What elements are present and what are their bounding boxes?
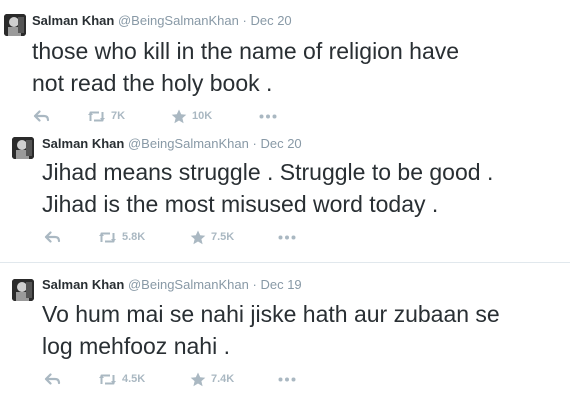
avatar[interactable] xyxy=(4,14,26,36)
author-name[interactable]: Salman Khan xyxy=(32,13,114,28)
retweet-icon xyxy=(88,111,105,121)
tweet-text-line: Jihad means struggle . Struggle to be go… xyxy=(42,159,494,185)
reply-button[interactable] xyxy=(44,371,61,387)
star-icon xyxy=(190,372,206,386)
separator-dot: · xyxy=(242,13,247,28)
avatar-image xyxy=(12,137,34,159)
star-icon xyxy=(190,230,206,244)
tweet-header: Salman Khan @BeingSalmanKhan · Dec 20 xyxy=(42,136,302,152)
reply-icon xyxy=(44,373,61,385)
tweet-3[interactable]: Salman Khan @BeingSalmanKhan · Dec 19 Vo… xyxy=(0,263,570,400)
avatar[interactable] xyxy=(12,137,34,159)
more-button[interactable] xyxy=(259,108,277,124)
tweet-text: Vo hum mai se nahi jiske hath aur zubaan… xyxy=(42,298,500,362)
tweet-text: those who kill in the name of religion h… xyxy=(32,35,459,99)
author-handle[interactable]: @BeingSalmanKhan xyxy=(128,136,249,151)
retweet-button[interactable]: 5.8K xyxy=(98,229,145,245)
tweet-text-line: log mehfooz nahi . xyxy=(42,333,230,359)
tweet-date[interactable]: Dec 20 xyxy=(260,136,301,151)
tweet-header: Salman Khan @BeingSalmanKhan · Dec 19 xyxy=(42,277,302,293)
retweet-button[interactable]: 7K xyxy=(87,108,125,124)
more-button[interactable] xyxy=(278,229,296,245)
tweet-date[interactable]: Dec 19 xyxy=(260,277,301,292)
retweet-count: 4.5K xyxy=(122,373,146,385)
reply-icon xyxy=(33,110,50,122)
favorite-count: 7.4K xyxy=(211,373,235,385)
tweet-date[interactable]: Dec 20 xyxy=(250,13,291,28)
tweet-text: Jihad means struggle . Struggle to be go… xyxy=(42,156,493,220)
more-icon xyxy=(259,114,277,118)
retweet-count: 7K xyxy=(111,110,126,122)
separator-dot: · xyxy=(252,277,257,292)
more-icon xyxy=(278,377,296,381)
avatar-image xyxy=(12,279,34,301)
tweet-actions: 5.8K 7.5K xyxy=(44,229,344,245)
tweet-actions: 7K 10K xyxy=(33,108,333,124)
tweet-actions: 4.5K 7.4K xyxy=(44,371,344,387)
reply-button[interactable] xyxy=(33,108,50,124)
tweet-1[interactable]: Salman Khan @BeingSalmanKhan · Dec 20 th… xyxy=(0,0,570,130)
star-icon xyxy=(171,109,187,123)
tweet-text-line: those who kill in the name of religion h… xyxy=(32,38,460,64)
tweet-text-line: not read the holy book . xyxy=(32,70,273,96)
reply-icon xyxy=(44,231,61,243)
author-handle[interactable]: @BeingSalmanKhan xyxy=(128,277,249,292)
favorite-button[interactable]: 7.5K xyxy=(190,229,234,245)
favorite-button[interactable]: 10K xyxy=(171,108,212,124)
more-button[interactable] xyxy=(278,371,296,387)
retweet-count: 5.8K xyxy=(122,231,146,243)
reply-button[interactable] xyxy=(44,229,61,245)
author-handle[interactable]: @BeingSalmanKhan xyxy=(118,13,239,28)
author-name[interactable]: Salman Khan xyxy=(42,277,124,292)
favorite-count: 10K xyxy=(192,110,213,122)
avatar[interactable] xyxy=(12,279,34,301)
separator-dot: · xyxy=(252,136,257,151)
retweet-icon xyxy=(99,232,116,242)
avatar-image xyxy=(4,14,26,36)
tweet-text-line: Jihad is the most misused word today . xyxy=(42,191,439,217)
author-name[interactable]: Salman Khan xyxy=(42,136,124,151)
retweet-icon xyxy=(99,374,116,384)
favorite-count: 7.5K xyxy=(211,231,235,243)
favorite-button[interactable]: 7.4K xyxy=(190,371,234,387)
tweet-header: Salman Khan @BeingSalmanKhan · Dec 20 xyxy=(32,13,292,29)
tweet-text-line: Vo hum mai se nahi jiske hath aur zubaan… xyxy=(42,301,500,327)
tweet-2[interactable]: Salman Khan @BeingSalmanKhan · Dec 20 Ji… xyxy=(0,130,570,260)
more-icon xyxy=(278,235,296,239)
retweet-button[interactable]: 4.5K xyxy=(98,371,145,387)
